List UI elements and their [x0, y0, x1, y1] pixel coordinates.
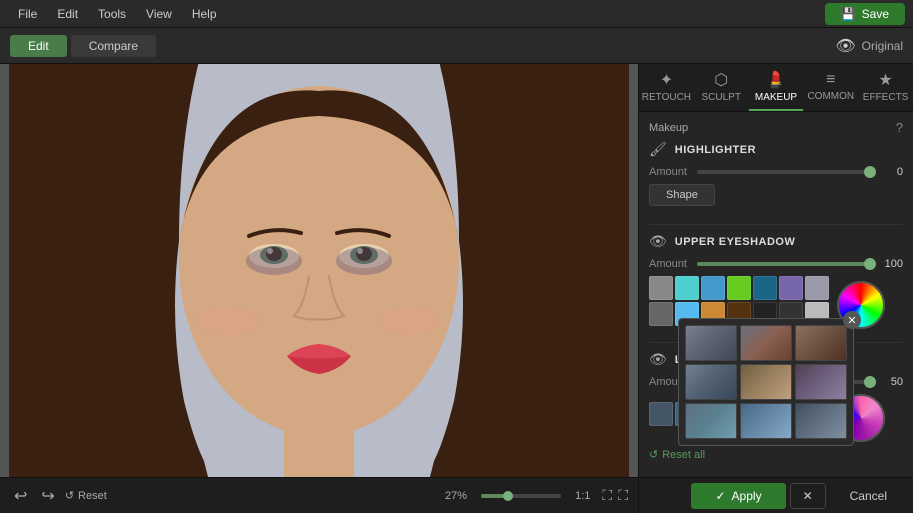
- popup-close-button[interactable]: ✕: [843, 311, 861, 329]
- apply-button[interactable]: ✓ Apply: [691, 483, 785, 509]
- upper-eyeshadow-title: UPPER EYESHADOW: [675, 236, 796, 248]
- toolbar: Edit Compare 👁 Original: [0, 28, 913, 64]
- redo-button[interactable]: ↪: [37, 484, 58, 508]
- zoom-thumb[interactable]: [503, 491, 513, 501]
- image-canvas: [0, 64, 638, 477]
- highlighter-section-header: 🖌 HIGHLIGHTER: [649, 141, 903, 158]
- upper-eyeshadow-icon: 👁: [649, 233, 667, 250]
- eye-icon: 👁: [835, 36, 855, 56]
- sculpt-icon: ⬡: [714, 70, 728, 90]
- highlighter-icon: 🖌: [649, 141, 667, 158]
- undo-button[interactable]: ↩: [10, 484, 31, 508]
- cancel-button[interactable]: Cancel: [834, 483, 903, 509]
- zoom-fill: [481, 494, 505, 498]
- preset-cell[interactable]: [740, 403, 792, 439]
- tab-sculpt[interactable]: ⬡ SCULPT: [694, 64, 749, 111]
- color-swatch[interactable]: [805, 276, 829, 300]
- preset-cell[interactable]: [685, 403, 737, 439]
- preset-cell[interactable]: [795, 364, 847, 400]
- color-swatch[interactable]: [675, 276, 699, 300]
- upper-eyeshadow-amount-row: Amount 100: [649, 258, 903, 270]
- menu-tools[interactable]: Tools: [88, 0, 136, 27]
- preset-cell[interactable]: [685, 364, 737, 400]
- view-label: Original: [862, 39, 903, 53]
- retouch-icon: ✦: [660, 70, 673, 90]
- upper-eyeshadow-slider-thumb[interactable]: [864, 258, 876, 270]
- preset-cell[interactable]: [795, 325, 847, 361]
- shape-button[interactable]: Shape: [649, 184, 715, 206]
- color-swatch[interactable]: [649, 402, 673, 426]
- highlighter-slider[interactable]: [697, 170, 870, 174]
- right-panel: ✦ RETOUCH ⬡ SCULPT 💄 MAKEUP ≡ COMMON ★ E…: [638, 64, 913, 477]
- check-icon: ✓: [715, 489, 725, 503]
- upper-eyeshadow-slider[interactable]: [697, 262, 870, 266]
- panel-tabs: ✦ RETOUCH ⬡ SCULPT 💄 MAKEUP ≡ COMMON ★ E…: [639, 64, 913, 112]
- edit-tab[interactable]: Edit: [10, 35, 67, 57]
- preset-cell[interactable]: [795, 403, 847, 439]
- highlighter-slider-thumb[interactable]: [864, 166, 876, 178]
- fit-button[interactable]: ⛶: [602, 487, 612, 504]
- makeup-icon: 💄: [766, 70, 786, 90]
- ratio-label: 1:1: [575, 490, 590, 502]
- preset-cell[interactable]: [685, 325, 737, 361]
- zoom-value-label: 27%: [445, 490, 467, 502]
- compare-tab[interactable]: Compare: [71, 35, 156, 57]
- highlighter-amount-value: 0: [878, 166, 903, 178]
- menu-view[interactable]: View: [136, 0, 182, 27]
- common-icon: ≡: [826, 71, 835, 89]
- preset-cell[interactable]: [740, 325, 792, 361]
- reset-all-label: Reset all: [662, 449, 705, 461]
- save-button[interactable]: 💾 Save: [825, 3, 905, 25]
- full-bottom-bar: ↩ ↪ ↺ Reset 27% 1:1 ⛶ ⛶ ✓ Apply ✕ Cancel: [0, 477, 913, 513]
- upper-eyeshadow-slider-fill: [697, 262, 870, 266]
- color-swatch[interactable]: [701, 276, 725, 300]
- effects-icon: ★: [878, 70, 892, 90]
- color-swatch[interactable]: [649, 302, 673, 326]
- upper-eyeshadow-header: 👁 UPPER EYESHADOW: [649, 233, 903, 250]
- tab-effects[interactable]: ★ EFFECTS: [858, 64, 913, 111]
- highlighter-amount-row: Amount 0: [649, 166, 903, 178]
- preset-cell[interactable]: [740, 364, 792, 400]
- main-layout: ✦ RETOUCH ⬡ SCULPT 💄 MAKEUP ≡ COMMON ★ E…: [0, 64, 913, 477]
- save-icon: 💾: [841, 7, 856, 21]
- canvas-area[interactable]: [0, 64, 638, 477]
- reset-icon: ↺: [65, 489, 74, 502]
- reset-all-row[interactable]: ↺ Reset all: [649, 448, 903, 461]
- makeup-label: Makeup: [649, 122, 688, 134]
- highlighter-title: HIGHLIGHTER: [675, 144, 756, 156]
- upper-eyeshadow-amount-value: 100: [878, 258, 903, 270]
- menu-bar: File Edit Tools View Help 💾 Save: [0, 0, 913, 28]
- lower-eyeshadow-amount-value: 50: [878, 376, 903, 388]
- color-swatch[interactable]: [779, 276, 803, 300]
- close-x-button[interactable]: ✕: [790, 483, 826, 509]
- preset-grid: [685, 325, 847, 439]
- reset-button[interactable]: ↺ Reset: [65, 489, 107, 502]
- tab-makeup[interactable]: 💄 MAKEUP: [749, 64, 804, 111]
- tab-retouch[interactable]: ✦ RETOUCH: [639, 64, 694, 111]
- fullscreen-button[interactable]: ⛶: [618, 487, 628, 504]
- face-svg: [9, 64, 629, 477]
- canvas-bottom-bar: ↩ ↪ ↺ Reset 27% 1:1 ⛶ ⛶: [0, 477, 638, 513]
- menu-file[interactable]: File: [8, 0, 47, 27]
- upper-eyeshadow-amount-label: Amount: [649, 258, 689, 270]
- highlighter-amount-label: Amount: [649, 166, 689, 178]
- makeup-header: Makeup ?: [649, 120, 903, 135]
- menu-edit[interactable]: Edit: [47, 0, 88, 27]
- menu-help[interactable]: Help: [182, 0, 227, 27]
- tab-common[interactable]: ≡ COMMON: [803, 64, 858, 111]
- divider-1: [649, 224, 903, 225]
- lower-eyeshadow-slider-thumb[interactable]: [864, 376, 876, 388]
- eyeshadow-preset-popup: ✕: [678, 318, 854, 446]
- panel-bottom-bar: ✓ Apply ✕ Cancel: [638, 477, 913, 513]
- color-swatch[interactable]: [649, 276, 673, 300]
- zoom-slider[interactable]: [481, 494, 561, 498]
- help-button[interactable]: ?: [896, 120, 903, 135]
- lower-eyeshadow-icon: 👁: [649, 351, 667, 368]
- color-swatch[interactable]: [727, 276, 751, 300]
- color-swatch[interactable]: [753, 276, 777, 300]
- reset-all-icon: ↺: [649, 448, 658, 461]
